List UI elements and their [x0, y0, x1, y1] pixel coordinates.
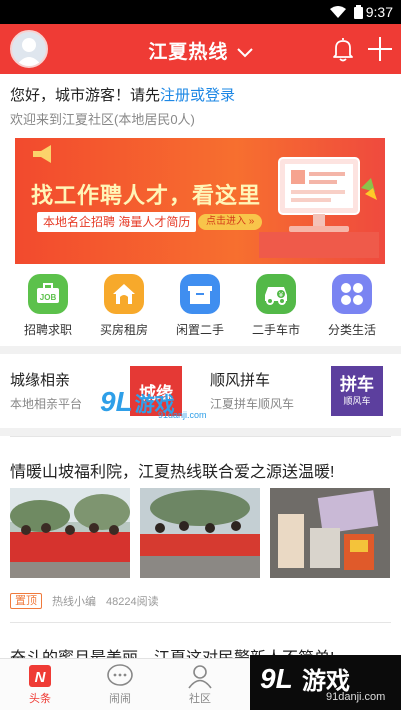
corner-watermark-logo: 9L — [260, 663, 293, 694]
article-card[interactable]: 情暖山坡福利院，江夏热线联合爱之源送温暖! 置顶 热线小编 48224阅读 — [0, 436, 401, 614]
banner-section: 找工作聘人才，看这里 本地名企招聘 海量人才简历 点击进入 » — [0, 136, 401, 266]
tab-chat[interactable]: 闹闹 — [90, 663, 150, 706]
house-icon — [104, 274, 144, 314]
job-banner[interactable]: 找工作聘人才，看这里 本地名企招聘 海量人才简历 点击进入 » — [15, 138, 385, 264]
corner-watermark-url: 91danji.com — [326, 691, 386, 703]
headlines-icon: N — [29, 665, 51, 687]
clover-icon — [332, 274, 372, 314]
promo-subtitle: 本地相亲平台 — [10, 397, 83, 411]
article-photo-1 — [10, 488, 130, 578]
svg-text:¥: ¥ — [279, 291, 284, 299]
greeting-text: 您好，城市游客！请先 — [10, 87, 161, 104]
category-secondhand[interactable]: 闲置二手 — [165, 274, 235, 338]
watermark-url: 91danji.com — [158, 410, 207, 420]
category-jobs[interactable]: JOB 招聘求职 — [13, 274, 83, 338]
wifi-icon — [330, 5, 346, 18]
article-reads: 48224阅读 — [106, 596, 159, 608]
category-label: 买房租房 — [99, 323, 148, 337]
banner-cta[interactable]: 点击进入 » — [198, 214, 263, 230]
article-title: 情暖山坡福利院，江夏热线联合爱之源送温暖! — [10, 464, 335, 481]
category-label: 招聘求职 — [23, 323, 72, 337]
status-icons — [330, 5, 363, 19]
battery-icon — [354, 5, 363, 19]
status-time: 9:37 — [365, 4, 393, 20]
bell-icon[interactable] — [331, 36, 355, 62]
login-link[interactable]: 注册或登录 — [160, 87, 235, 104]
category-grid: JOB 招聘求职 买房租房 闲置二手 ¥ 二手车市 分类生活 — [0, 266, 401, 346]
job-icon: JOB — [28, 274, 68, 314]
welcome-panel: 您好，城市游客！请先注册或登录 欢迎来到江夏社区(本地居民0人) — [0, 74, 401, 136]
category-label: 二手车市 — [251, 323, 300, 337]
divider — [10, 622, 391, 623]
carpool-logo-text: 拼车 — [340, 375, 374, 394]
corner-watermark: 9L 游戏 91danji.com — [250, 655, 401, 710]
svg-text:N: N — [35, 669, 47, 686]
promo-title: 顺风拼车 — [210, 372, 271, 389]
megaphone-icon — [33, 145, 51, 163]
chevron-down-icon — [236, 48, 253, 58]
center-watermark: 9L 游戏 91danji.com — [100, 386, 207, 420]
category-classifieds[interactable]: 分类生活 — [317, 274, 387, 338]
chat-bubble-icon — [107, 664, 133, 686]
top-header: 江夏热线 — [0, 24, 401, 74]
welcome-greeting: 您好，城市游客！请先注册或登录 — [10, 84, 235, 105]
tab-community[interactable]: 社区 — [170, 663, 230, 706]
banner-headline: 找工作聘人才，看这里 — [31, 183, 262, 208]
welcome-subtitle: 欢迎来到江夏社区(本地居民0人) — [10, 112, 195, 127]
article-meta: 置顶 热线小编 48224阅读 — [10, 593, 159, 609]
promo-subtitle: 江夏拼车顺风车 — [210, 397, 295, 411]
car-icon: ¥ — [256, 274, 296, 314]
tab-label: 社区 — [189, 693, 211, 705]
box-icon — [180, 274, 220, 314]
tab-label: 头条 — [29, 693, 51, 705]
category-housing[interactable]: 买房租房 — [89, 274, 159, 338]
category-usedcars[interactable]: ¥ 二手车市 — [241, 274, 311, 338]
category-label: 闲置二手 — [175, 323, 224, 337]
article-photo-2 — [140, 488, 260, 578]
article-author: 热线小编 — [52, 596, 96, 608]
promo-carpool[interactable]: 顺风拼车 江夏拼车顺风车 拼车 顺风车 — [200, 354, 401, 428]
svg-text:JOB: JOB — [40, 293, 57, 302]
tab-label: 闹闹 — [109, 693, 131, 705]
status-bar: 9:37 — [0, 0, 401, 24]
community-icon — [188, 665, 212, 689]
carpool-logo-sub: 顺风车 — [343, 396, 371, 406]
carpool-logo: 拼车 顺风车 — [331, 366, 383, 416]
watermark-logo: 9L — [100, 386, 133, 417]
promo-title: 城缘相亲 — [10, 372, 71, 389]
divider — [10, 436, 391, 437]
tab-headlines[interactable]: N 头条 — [10, 663, 70, 706]
category-label: 分类生活 — [327, 323, 376, 337]
plus-icon[interactable] — [367, 36, 393, 62]
pinned-badge: 置顶 — [10, 593, 42, 609]
computer-illustration-icon — [259, 157, 379, 258]
header-title: 江夏热线 — [148, 42, 229, 63]
banner-subline: 本地名企招聘 海量人才简历 — [37, 212, 197, 232]
article-photo-3 — [270, 488, 390, 578]
